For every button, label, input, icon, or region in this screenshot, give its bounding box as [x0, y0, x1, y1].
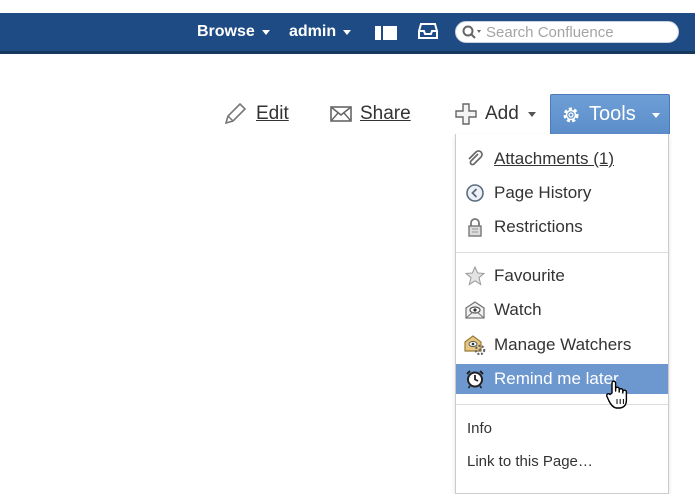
alarm-clock-icon: [464, 369, 486, 389]
paperclip-icon: [464, 150, 486, 168]
menu-divider: [456, 252, 668, 253]
manage-watchers-icon: [464, 334, 486, 356]
history-icon: [464, 183, 486, 203]
menu-item-label: Link to this Page…: [467, 452, 593, 470]
menu-item-manage-watchers[interactable]: Manage Watchers: [456, 330, 668, 360]
share-label: Share: [360, 103, 411, 124]
menu-item-remind-me-later[interactable]: Remind me later: [456, 364, 668, 394]
browse-caret-icon: [261, 29, 270, 35]
menu-item-info[interactable]: Info: [456, 413, 668, 443]
menu-item-label: Watch: [494, 300, 542, 319]
browse-menu[interactable]: Browse: [197, 13, 270, 51]
menu-item-label: Restrictions: [494, 217, 583, 236]
menu-item-favourite[interactable]: Favourite: [456, 261, 668, 291]
hand-cursor-icon: [605, 380, 629, 415]
notifications-inbox-icon[interactable]: [418, 23, 438, 44]
pencil-icon: [224, 102, 247, 125]
spaces-icon[interactable]: [375, 26, 397, 45]
edit-button[interactable]: Edit: [222, 99, 289, 129]
add-caret-icon: [527, 111, 536, 117]
top-header-bar: Browse admin: [0, 13, 695, 54]
search-input[interactable]: [486, 23, 666, 41]
tools-caret-icon: [652, 113, 660, 118]
menu-item-label: Page History: [494, 183, 592, 202]
edit-label: Edit: [256, 103, 289, 124]
menu-item-label: Manage Watchers: [494, 335, 632, 354]
plus-icon: [455, 103, 477, 125]
menu-item-label: Attachments (1): [494, 149, 614, 168]
gear-icon: [563, 107, 579, 122]
add-label: Add: [485, 103, 519, 124]
share-button[interactable]: Share: [330, 99, 411, 129]
tools-label: Tools: [589, 103, 636, 125]
admin-menu[interactable]: admin: [289, 13, 352, 51]
menu-item-label: Favourite: [494, 266, 565, 285]
menu-item-label: Remind me later: [494, 369, 619, 388]
tools-button[interactable]: Tools: [550, 94, 670, 134]
menu-item-page-history[interactable]: Page History: [456, 178, 668, 208]
menu-divider: [456, 404, 668, 405]
lock-icon: [464, 217, 486, 237]
search-field[interactable]: [455, 21, 679, 43]
star-icon: [464, 266, 486, 286]
envelope-icon: [330, 106, 352, 122]
admin-label: admin: [289, 23, 337, 40]
admin-caret-icon: [343, 29, 352, 35]
add-button[interactable]: Add: [455, 99, 536, 129]
menu-item-restrictions[interactable]: Restrictions: [456, 212, 668, 242]
menu-item-watch[interactable]: Watch: [456, 295, 668, 325]
browse-label: Browse: [197, 23, 255, 40]
menu-item-label: Info: [467, 419, 493, 437]
menu-item-link-to-page[interactable]: Link to this Page…: [456, 446, 668, 476]
search-icon: [462, 25, 481, 39]
menu-item-attachments[interactable]: Attachments (1): [456, 144, 668, 174]
watch-envelope-icon: [464, 300, 486, 320]
tools-dropdown-menu: Attachments (1) Page History Restriction…: [455, 134, 669, 494]
